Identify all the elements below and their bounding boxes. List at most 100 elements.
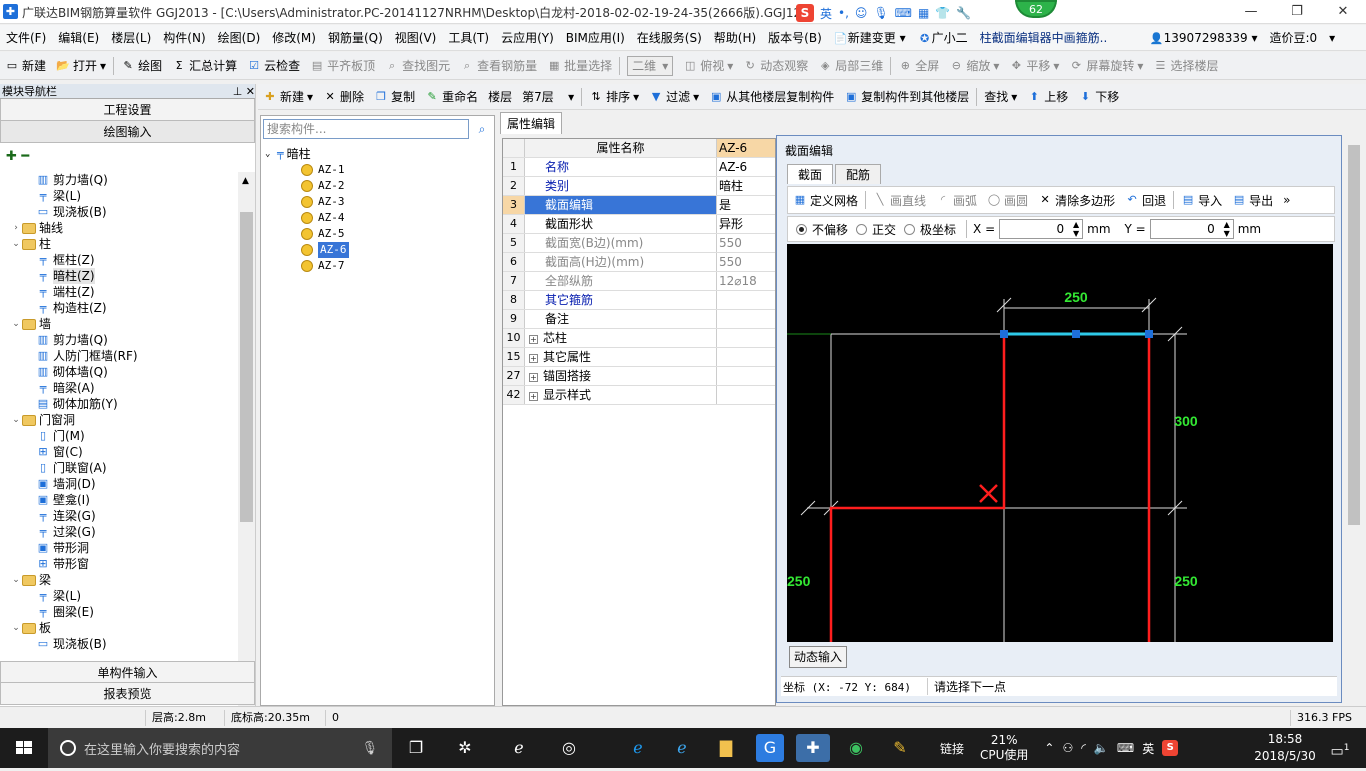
property-edit-tab[interactable]: 属性编辑 bbox=[500, 112, 562, 134]
draw-line-button[interactable]: ╲ 画直线 bbox=[868, 187, 931, 213]
component-root[interactable]: ⌄ ╤ 暗柱 bbox=[265, 146, 490, 162]
vertex-handle[interactable] bbox=[1145, 330, 1153, 338]
keyboard-icon[interactable]: ⌨ bbox=[895, 6, 912, 20]
spinner-icon[interactable]: ▲ ▼ bbox=[1224, 220, 1230, 238]
copy-button[interactable]: ❐ 复制 bbox=[369, 84, 420, 110]
property-row[interactable]: 4 截面形状 异形 bbox=[503, 215, 775, 234]
microphone-icon[interactable]: 🎙 bbox=[361, 741, 378, 756]
tree-item[interactable]: ╤ 圈梁(E) bbox=[0, 604, 238, 620]
view-rebar-button[interactable]: ⌕ 查看钢筋量 bbox=[455, 53, 542, 79]
single-component-input-button[interactable]: 单构件输入 bbox=[0, 661, 255, 683]
delete-button[interactable]: ✕ 删除 bbox=[318, 84, 369, 110]
property-row[interactable]: 5 截面宽(B边)(mm) 550 bbox=[503, 234, 775, 253]
task-view-icon[interactable]: ❐ bbox=[402, 734, 430, 762]
tree-item[interactable]: ╤ 连梁(G) bbox=[0, 508, 238, 524]
find-button[interactable]: 查找 ▾ bbox=[979, 84, 1022, 110]
sort-button[interactable]: ⇅ 排序 ▾ bbox=[584, 84, 644, 110]
section-outline-left[interactable] bbox=[829, 334, 1006, 642]
dynamic-view-button[interactable]: ↻ 动态观察 bbox=[738, 53, 813, 79]
expand-icon[interactable]: ⌄ bbox=[10, 620, 22, 636]
search-icon[interactable]: ⌕ bbox=[472, 119, 492, 139]
menu-news-link[interactable]: 柱截面编辑器中画箍筋.. bbox=[974, 25, 1144, 51]
tree-item[interactable]: ╤ 端柱(Z) bbox=[0, 284, 238, 300]
menu-more-icon[interactable]: ▾ bbox=[1323, 25, 1341, 51]
property-value[interactable] bbox=[717, 386, 775, 404]
property-value[interactable] bbox=[717, 367, 775, 385]
tree-item[interactable]: ╤ 梁(L) bbox=[0, 188, 238, 204]
shirt-icon[interactable]: 👕 bbox=[935, 6, 950, 20]
wrench-icon[interactable]: 🔧 bbox=[956, 6, 971, 20]
copy-from-floor-button[interactable]: ▣ 从其他楼层复制构件 bbox=[704, 84, 839, 110]
property-row[interactable]: 15 + 其它属性 bbox=[503, 348, 775, 367]
menu-online[interactable]: 在线服务(S) bbox=[631, 25, 708, 51]
x-input[interactable]: 0 ▲ ▼ bbox=[999, 219, 1084, 239]
zoom-button[interactable]: ⊖ 缩放 ▾ bbox=[944, 53, 1004, 79]
undo-button[interactable]: ↶ 回退 bbox=[1120, 187, 1171, 213]
glodon-g-icon[interactable]: G bbox=[756, 734, 784, 762]
y-input[interactable]: 0 ▲ ▼ bbox=[1149, 219, 1234, 239]
vertex-handle[interactable] bbox=[1072, 330, 1080, 338]
punctuation-icon[interactable]: •, bbox=[838, 6, 849, 20]
property-row[interactable]: 7 全部纵筋 12⌀18 bbox=[503, 272, 775, 291]
component-item[interactable]: AZ-3 bbox=[265, 194, 490, 210]
expand-collapse-icons[interactable]: ✚ ━ bbox=[0, 143, 255, 171]
property-row[interactable]: 27 + 锚固搭接 bbox=[503, 367, 775, 386]
menu-help[interactable]: 帮助(H) bbox=[708, 25, 762, 51]
expand-icon[interactable]: ⌄ bbox=[10, 572, 22, 588]
menu-account[interactable]: 👤13907298339 ▾ bbox=[1144, 25, 1264, 51]
tree-item[interactable]: ▣ 带形洞 bbox=[0, 540, 238, 556]
component-item[interactable]: AZ-5 bbox=[265, 226, 490, 242]
property-row[interactable]: 9 备注 bbox=[503, 310, 775, 329]
tree-item[interactable]: ⊞ 窗(C) bbox=[0, 444, 238, 460]
component-item[interactable]: AZ-1 bbox=[265, 162, 490, 178]
floor-select[interactable]: 第7层 ▾ bbox=[517, 84, 579, 110]
file-explorer-icon[interactable]: ▇ bbox=[712, 734, 740, 762]
expand-icon[interactable]: ⌄ bbox=[10, 412, 22, 428]
tree-item[interactable]: ╤ 框柱(Z) bbox=[0, 252, 238, 268]
filter-button[interactable]: ▼ 过滤 ▾ bbox=[644, 84, 704, 110]
menu-draw[interactable]: 绘图(D) bbox=[212, 25, 267, 51]
ggj-app-icon[interactable]: ✚ bbox=[796, 734, 830, 762]
expand-icon[interactable]: ⌄ bbox=[10, 236, 22, 252]
draw-button[interactable]: ✎ 绘图 bbox=[116, 53, 167, 79]
tree-item[interactable]: ⌄ 门窗洞 bbox=[0, 412, 238, 428]
notes-icon[interactable]: ✎ bbox=[886, 734, 914, 762]
component-item[interactable]: AZ-4 bbox=[265, 210, 490, 226]
radio-polar[interactable] bbox=[904, 223, 916, 235]
project-settings-button[interactable]: 工程设置 bbox=[0, 99, 255, 121]
edge-browser-icon[interactable]: ℯ bbox=[624, 734, 652, 762]
property-value[interactable] bbox=[717, 310, 775, 328]
component-search-input[interactable]: 搜索构件... bbox=[263, 119, 469, 139]
close-button[interactable]: ✕ bbox=[1320, 0, 1366, 24]
menu-cost-beans[interactable]: 造价豆:0 bbox=[1263, 25, 1323, 51]
tree-item[interactable]: ▥ 砌体墙(Q) bbox=[0, 364, 238, 380]
expand-plus-icon[interactable]: + bbox=[529, 373, 538, 382]
tree-item[interactable]: ╤ 梁(L) bbox=[0, 588, 238, 604]
scroll-up-icon[interactable]: ▲ bbox=[242, 176, 249, 186]
property-value[interactable] bbox=[717, 291, 775, 309]
tree-item[interactable]: ▣ 墙洞(D) bbox=[0, 476, 238, 492]
ime-language[interactable]: 英 bbox=[820, 5, 832, 22]
property-value[interactable]: 异形 bbox=[717, 215, 775, 233]
toolbar-overflow-icon[interactable]: » bbox=[1278, 187, 1295, 213]
menu-assistant[interactable]: ✪ 广小二 bbox=[912, 25, 974, 51]
ime-toolbar[interactable]: S 英 •, ☺ 🎙 ⌨ ▦ 👕 🔧 bbox=[796, 3, 971, 23]
app-green-icon[interactable]: ◉ bbox=[842, 734, 870, 762]
tree-item[interactable]: ╤ 暗梁(A) bbox=[0, 380, 238, 396]
copy-to-floor-button[interactable]: ▣ 复制构件到其他楼层 bbox=[839, 84, 974, 110]
people-icon[interactable]: ⚇ bbox=[1062, 741, 1073, 755]
view-mode-select[interactable]: 二维 ▾ bbox=[627, 55, 674, 76]
tree-item[interactable]: ▯ 门联窗(A) bbox=[0, 460, 238, 476]
component-item[interactable]: AZ-2 bbox=[265, 178, 490, 194]
expand-plus-icon[interactable]: + bbox=[529, 392, 538, 401]
tab-reinforcement[interactable]: 配筋 bbox=[835, 164, 882, 184]
keyboard-icon[interactable]: ⌨ bbox=[1117, 741, 1134, 755]
menu-component[interactable]: 构件(N) bbox=[157, 25, 211, 51]
property-row[interactable]: 6 截面高(H边)(mm) 550 bbox=[503, 253, 775, 272]
tree-item[interactable]: ▭ 现浇板(B) bbox=[0, 636, 238, 652]
tree-item[interactable]: ▭ 现浇板(B) bbox=[0, 204, 238, 220]
clock[interactable]: 18:58 2018/5/30 bbox=[1250, 731, 1320, 765]
notification-badge[interactable]: 62 bbox=[1015, 0, 1057, 18]
dynamic-input-button[interactable]: 动态输入 bbox=[789, 646, 848, 668]
tree-item[interactable]: ⊞ 带形窗 bbox=[0, 556, 238, 572]
